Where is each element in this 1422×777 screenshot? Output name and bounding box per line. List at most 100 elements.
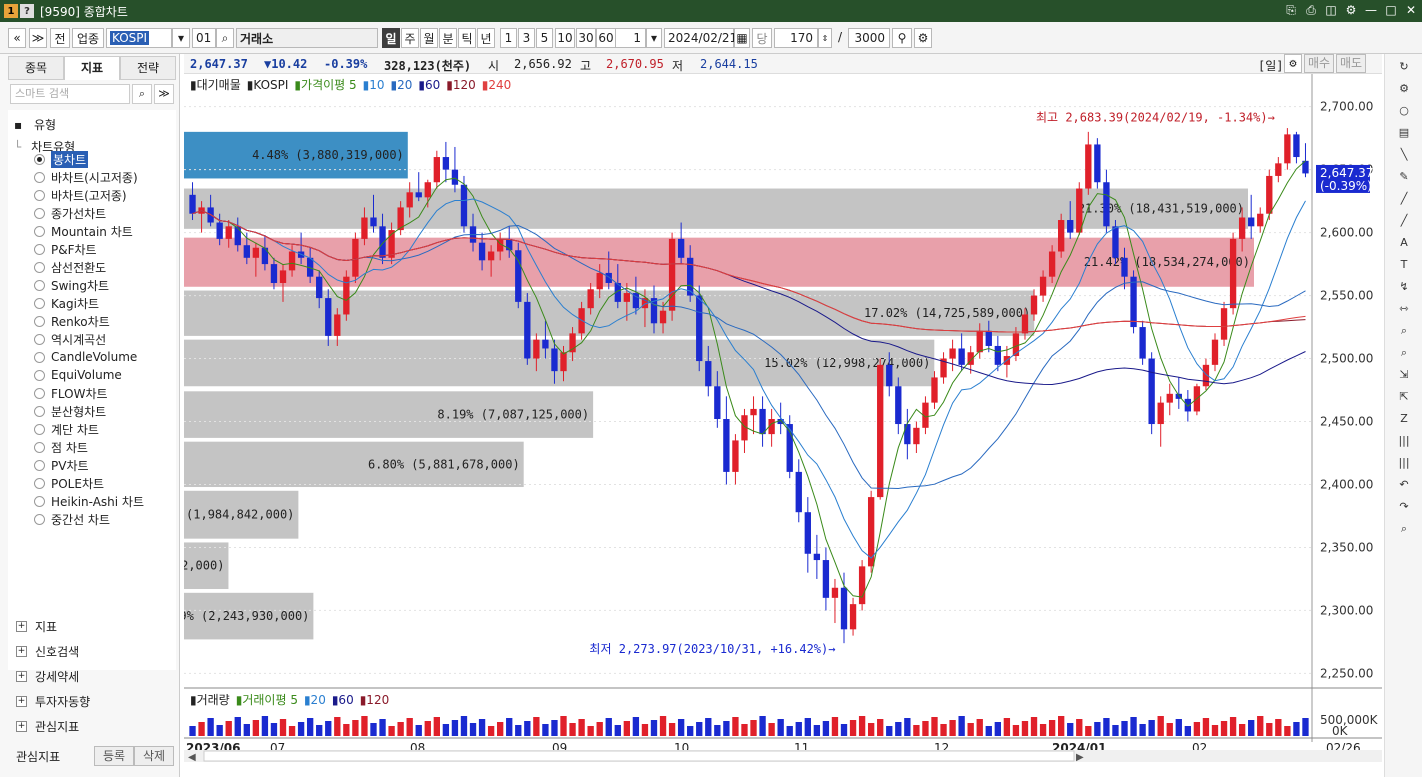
radio-icon[interactable] [34,369,45,381]
drawing-tool-20-icon[interactable]: ↷ [1397,500,1411,514]
chart-type-item[interactable]: 봉차트 [34,150,89,168]
nav-menu-button[interactable]: ≫ [29,28,47,48]
expand-plus-icon[interactable]: + [16,621,27,632]
panel-tab-1[interactable]: 지표 [64,56,120,80]
drawing-tool-17-icon[interactable]: ||| [1397,434,1411,448]
spinner-icon[interactable]: ⇕ [818,28,832,48]
radio-icon[interactable] [34,315,45,327]
drawing-tool-5-icon[interactable]: ✎ [1397,170,1411,184]
register-button[interactable]: 등록 [94,746,135,766]
jeon-button[interactable]: 전 [50,28,70,48]
period-button-2[interactable]: 월 [420,28,438,48]
drawing-tool-21-icon[interactable]: ⌕ [1397,522,1411,536]
settings-gear-icon[interactable]: ⚙ [914,28,932,48]
expand-plus-icon[interactable]: + [16,721,27,732]
chart-type-item[interactable]: 분산형차트 [34,402,106,420]
chart-type-item[interactable]: 바차트(시고저종) [34,168,138,186]
indicator-group-item[interactable]: + 신호검색 [8,639,176,664]
indicator-group-item[interactable]: + 관심지표 [8,714,176,739]
radio-icon[interactable] [34,477,45,489]
chart-type-item[interactable]: 계단 차트 [34,420,99,438]
radio-icon[interactable] [34,261,45,273]
drawing-tool-18-icon[interactable]: ||| [1397,456,1411,470]
panel-tab-0[interactable]: 종목 [8,56,64,80]
drawing-tool-1-icon[interactable]: ⚙ [1397,82,1411,96]
chart-type-item[interactable]: 중간선 차트 [34,510,110,528]
drawing-tool-3-icon[interactable]: ▤ [1397,126,1411,140]
panel-tab-2[interactable]: 전략 [120,56,176,80]
radio-icon[interactable] [34,171,45,183]
calendar-icon[interactable]: ▦ [734,28,750,48]
upjong-button[interactable]: 업종 [72,28,104,48]
radio-icon[interactable] [34,297,45,309]
sell-button[interactable]: 매도 [1336,54,1366,73]
drawing-tool-6-icon[interactable]: ╱ [1397,192,1411,206]
window-control-1-icon[interactable]: ⎙ [1304,3,1318,18]
drawing-tool-14-icon[interactable]: ⇲ [1397,368,1411,382]
drawing-tool-4-icon[interactable]: ╲ [1397,148,1411,162]
radio-icon[interactable] [34,225,45,237]
drawing-tool-12-icon[interactable]: ⌕ [1397,324,1411,338]
chart-type-item[interactable]: Kagi차트 [34,294,99,312]
delete-button[interactable]: 삭제 [134,746,175,766]
expand-plus-icon[interactable]: + [16,671,27,682]
expand-plus-icon[interactable]: + [16,696,27,707]
help-icon[interactable]: ? [20,4,34,18]
max-count-field[interactable]: 3000 [848,28,890,48]
period-button-4[interactable]: 틱 [458,28,476,48]
interval-button-60[interactable]: 60 [596,28,616,48]
chart-type-item[interactable]: FLOW차트 [34,384,108,402]
search-icon[interactable]: ⌕ [216,28,234,48]
window-control-2-icon[interactable]: ◫ [1324,3,1338,18]
drawing-tool-10-icon[interactable]: ↯ [1397,280,1411,294]
radio-icon[interactable] [34,387,45,399]
indicator-group-item[interactable]: + 지표 [8,614,176,639]
chart-type-item[interactable]: POLE차트 [34,474,104,492]
period-button-3[interactable]: 분 [439,28,457,48]
smart-search-input[interactable]: 스마트 검색 [10,84,130,104]
chart-type-item[interactable]: Heikin-Ashi 차트 [34,492,144,510]
drawing-tool-0-icon[interactable]: ↻ [1397,60,1411,74]
chart-type-item[interactable]: Renko차트 [34,312,110,330]
dang-button[interactable]: 당 [752,28,772,48]
search-icon[interactable]: ⌕ [132,84,152,104]
chart-type-item[interactable]: 종가선차트 [34,204,106,222]
period-button-1[interactable]: 주 [401,28,419,48]
date-field[interactable]: 2024/02/21 [664,28,737,48]
window-control-6-icon[interactable]: ✕ [1404,3,1418,18]
symbol-dropdown-icon[interactable]: ▾ [172,28,190,48]
window-control-0-icon[interactable]: ⎘ [1284,3,1298,18]
radio-icon[interactable] [34,513,45,525]
chart-type-item[interactable]: PV차트 [34,456,89,474]
radio-icon[interactable] [34,459,45,471]
chart-type-item[interactable]: CandleVolume [34,348,137,366]
radio-icon[interactable] [34,495,45,507]
window-control-4-icon[interactable]: — [1364,3,1378,18]
zoom-search-icon[interactable]: ⚲ [892,28,912,48]
interval-button-5[interactable]: 5 [536,28,553,48]
interval-button-1[interactable]: 1 [500,28,517,48]
radio-icon[interactable] [34,333,45,345]
display-count-field[interactable]: 170 [774,28,818,48]
period-button-5[interactable]: 년 [477,28,495,48]
drawing-tool-11-icon[interactable]: ⇿ [1397,302,1411,316]
radio-icon[interactable] [34,207,45,219]
expand-icon[interactable]: ≫ [154,84,174,104]
indicator-group-item[interactable]: + 투자자동향 [8,689,176,714]
drawing-tool-13-icon[interactable]: ⌕ [1397,346,1411,360]
chart-area[interactable]: 4.48% (3,880,319,000) 21.30% (18,431,519,… [87,74,1382,763]
chart-type-item[interactable]: 바차트(고저종) [34,186,127,204]
count-select[interactable]: 1 [614,28,646,48]
window-control-3-icon[interactable]: ⚙ [1344,3,1358,18]
radio-icon[interactable] [34,153,45,165]
radio-icon[interactable] [34,279,45,291]
chart-type-item[interactable]: 점 차트 [34,438,88,456]
drawing-tool-8-icon[interactable]: A [1397,236,1411,250]
expand-plus-icon[interactable]: + [16,646,27,657]
radio-icon[interactable] [34,351,45,363]
interval-button-3[interactable]: 3 [518,28,535,48]
radio-icon[interactable] [34,243,45,255]
drawing-tool-9-icon[interactable]: T [1397,258,1411,272]
chart-type-item[interactable]: Swing차트 [34,276,109,294]
drawing-tool-19-icon[interactable]: ↶ [1397,478,1411,492]
